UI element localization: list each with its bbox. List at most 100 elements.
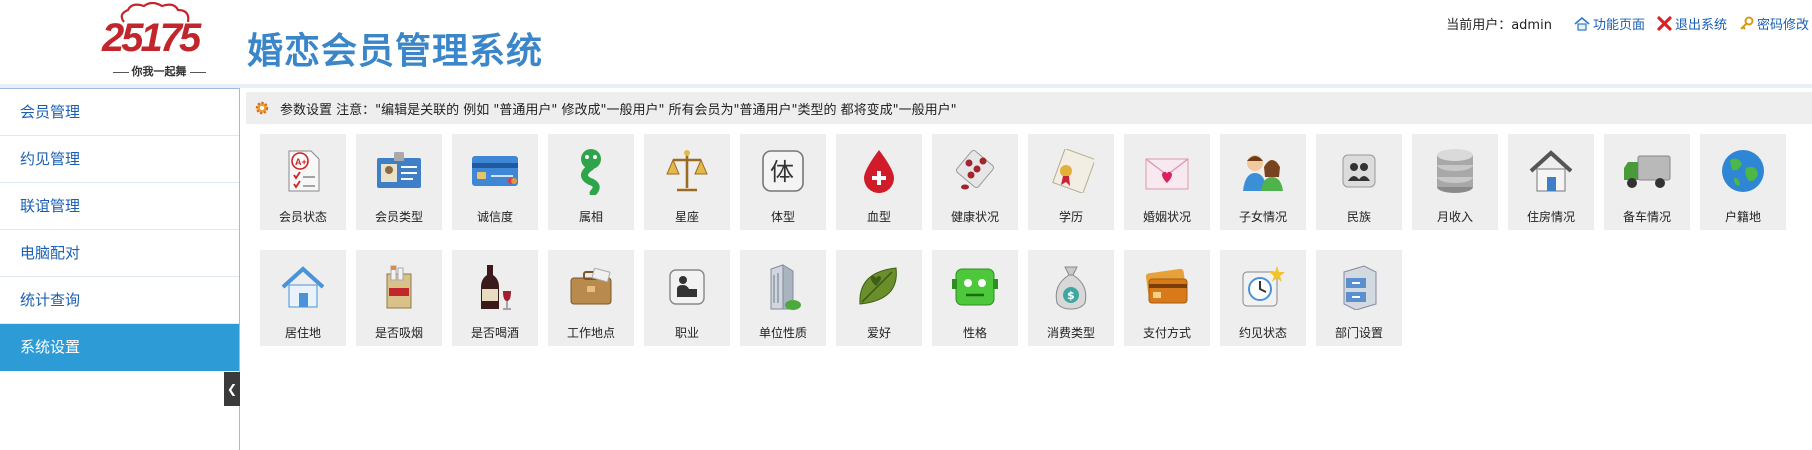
- building-icon: [770, 264, 801, 310]
- tile-education[interactable]: 学历: [1028, 134, 1114, 230]
- sidebar-item-statistics-query[interactable]: 统计查询: [0, 277, 239, 324]
- tile-label: 性格: [962, 326, 987, 340]
- svg-text:体: 体: [770, 158, 794, 186]
- house-icon: [1529, 150, 1573, 192]
- sidebar-item-system-settings[interactable]: 系统设置: [0, 324, 239, 371]
- header-divider: [0, 84, 1812, 88]
- tile-label: 备车情况: [1622, 210, 1671, 224]
- body-type-icon: 体: [762, 150, 804, 192]
- tile-label: 支付方式: [1142, 326, 1191, 340]
- notice-bar: 参数设置 注意："编辑是关联的 例如 "普通用户" 修改成"一般用户" 所有会员…: [246, 92, 1812, 124]
- tile-label: 住房情况: [1526, 210, 1575, 224]
- ethnic-icon: [1342, 154, 1376, 188]
- gear-icon: [255, 101, 269, 115]
- character-icon: [952, 268, 998, 306]
- tile-label: 是否吸烟: [374, 326, 423, 340]
- tile-residence[interactable]: 居住地: [260, 250, 346, 346]
- tile-occupation[interactable]: 职业: [644, 250, 730, 346]
- blood-drop-icon: [864, 150, 894, 193]
- tile-label: 爱好: [866, 326, 891, 340]
- svg-text:$: $: [1067, 289, 1075, 302]
- logo-slogan: 你我一起舞: [100, 63, 218, 79]
- wine-icon: [481, 265, 511, 310]
- checklist-icon: A+: [288, 150, 320, 192]
- tile-member-type[interactable]: 会员类型: [356, 134, 442, 230]
- change-password-link-label: 密码修改: [1756, 18, 1809, 33]
- certificate-icon: [1052, 149, 1094, 193]
- pills-icon: [956, 150, 994, 190]
- tile-ethnicity[interactable]: 民族: [1316, 134, 1402, 230]
- tile-label: 户籍地: [1724, 210, 1761, 224]
- tile-credibility[interactable]: 诚信度: [452, 134, 538, 230]
- tile-label: 消费类型: [1046, 326, 1095, 340]
- sidebar: 会员管理 约见管理 联谊管理 电脑配对 统计查询 系统设置 ❮: [0, 88, 240, 450]
- sidebar-item-member-management[interactable]: 会员管理: [0, 89, 239, 136]
- tile-label: 会员类型: [374, 210, 423, 224]
- tile-label: 子女情况: [1238, 210, 1287, 224]
- sidebar-item-appointment-management[interactable]: 约见管理: [0, 136, 239, 183]
- id-card-icon: [377, 152, 421, 188]
- home-page-link-label: 功能页面: [1592, 18, 1645, 33]
- leaf-icon: [859, 267, 897, 305]
- tile-label: 星座: [674, 210, 699, 224]
- sidebar-item-social-event-management[interactable]: 联谊管理: [0, 183, 239, 230]
- tile-label: 婚姻状况: [1142, 210, 1191, 224]
- tile-label: 工作地点: [566, 326, 615, 340]
- cigarette-icon: [386, 265, 412, 309]
- chevron-left-icon: ❮: [226, 382, 238, 396]
- home-icon: [281, 266, 325, 308]
- love-letter-icon: [1145, 158, 1189, 190]
- tile-household-registration[interactable]: 户籍地: [1700, 134, 1786, 230]
- svg-text:A+: A+: [295, 157, 307, 167]
- logout-link[interactable]: 退出系统: [1657, 14, 1727, 33]
- tile-label: 民族: [1346, 210, 1371, 224]
- sidebar-collapse-button[interactable]: ❮: [224, 372, 240, 406]
- truck-icon: [1624, 155, 1671, 188]
- change-password-link[interactable]: 密码修改: [1739, 14, 1809, 33]
- main-content: 参数设置 注意："编辑是关联的 例如 "普通用户" 修改成"一般用户" 所有会员…: [246, 92, 1812, 450]
- tile-drinking[interactable]: 是否喝酒: [452, 250, 538, 346]
- tile-marital-status[interactable]: 婚姻状况: [1124, 134, 1210, 230]
- tile-health-status[interactable]: 健康状况: [932, 134, 1018, 230]
- logout-link-label: 退出系统: [1674, 18, 1727, 33]
- tile-vehicle-status[interactable]: 备车情况: [1604, 134, 1690, 230]
- notice-text: 参数设置 注意："编辑是关联的 例如 "普通用户" 修改成"一般用户" 所有会员…: [280, 102, 957, 118]
- tile-work-location[interactable]: 工作地点: [548, 250, 634, 346]
- tile-blood-type[interactable]: 血型: [836, 134, 922, 230]
- snake-icon: [581, 149, 601, 195]
- key-icon: [1740, 16, 1754, 30]
- home-icon: [1574, 16, 1590, 31]
- sidebar-item-computer-matching[interactable]: 电脑配对: [0, 230, 239, 277]
- credit-card-icon: [472, 156, 518, 186]
- tile-label: 属相: [578, 210, 603, 224]
- tile-label: 血型: [866, 210, 891, 224]
- tile-body-type[interactable]: 体 体型: [740, 134, 826, 230]
- cards-icon: [1145, 268, 1188, 304]
- tile-appointment-status[interactable]: 约见状态: [1220, 250, 1306, 346]
- tile-housing-status[interactable]: 住房情况: [1508, 134, 1594, 230]
- tile-spending-type[interactable]: $ 消费类型: [1028, 250, 1114, 346]
- tile-constellation[interactable]: 星座: [644, 134, 730, 230]
- tile-smoking[interactable]: 是否吸烟: [356, 250, 442, 346]
- tile-personality[interactable]: 性格: [932, 250, 1018, 346]
- tile-member-status[interactable]: A+ 会员状态: [260, 134, 346, 230]
- tile-label: 职业: [674, 326, 699, 340]
- logo: 25175 你我一起舞: [100, 2, 220, 80]
- tile-department-settings[interactable]: 部门设置: [1316, 250, 1402, 346]
- tile-label: 居住地: [284, 326, 321, 340]
- tile-payment-method[interactable]: 支付方式: [1124, 250, 1210, 346]
- tile-hobbies[interactable]: 爱好: [836, 250, 922, 346]
- home-page-link[interactable]: 功能页面: [1574, 14, 1645, 33]
- tile-monthly-income[interactable]: 月收入: [1412, 134, 1498, 230]
- tile-label: 单位性质: [758, 326, 807, 340]
- briefcase-icon: [570, 268, 612, 305]
- tile-label: 学历: [1058, 210, 1083, 224]
- tile-label: 是否喝酒: [470, 326, 519, 340]
- tile-zodiac-animal[interactable]: 属相: [548, 134, 634, 230]
- tile-company-type[interactable]: 单位性质: [740, 250, 826, 346]
- tile-children-status[interactable]: 子女情况: [1220, 134, 1306, 230]
- tile-label: 约见状态: [1238, 326, 1287, 340]
- money-bag-icon: $: [1055, 266, 1087, 310]
- app-title: 婚恋会员管理系统: [247, 31, 544, 72]
- current-user-label: 当前用户：admin: [1446, 18, 1552, 33]
